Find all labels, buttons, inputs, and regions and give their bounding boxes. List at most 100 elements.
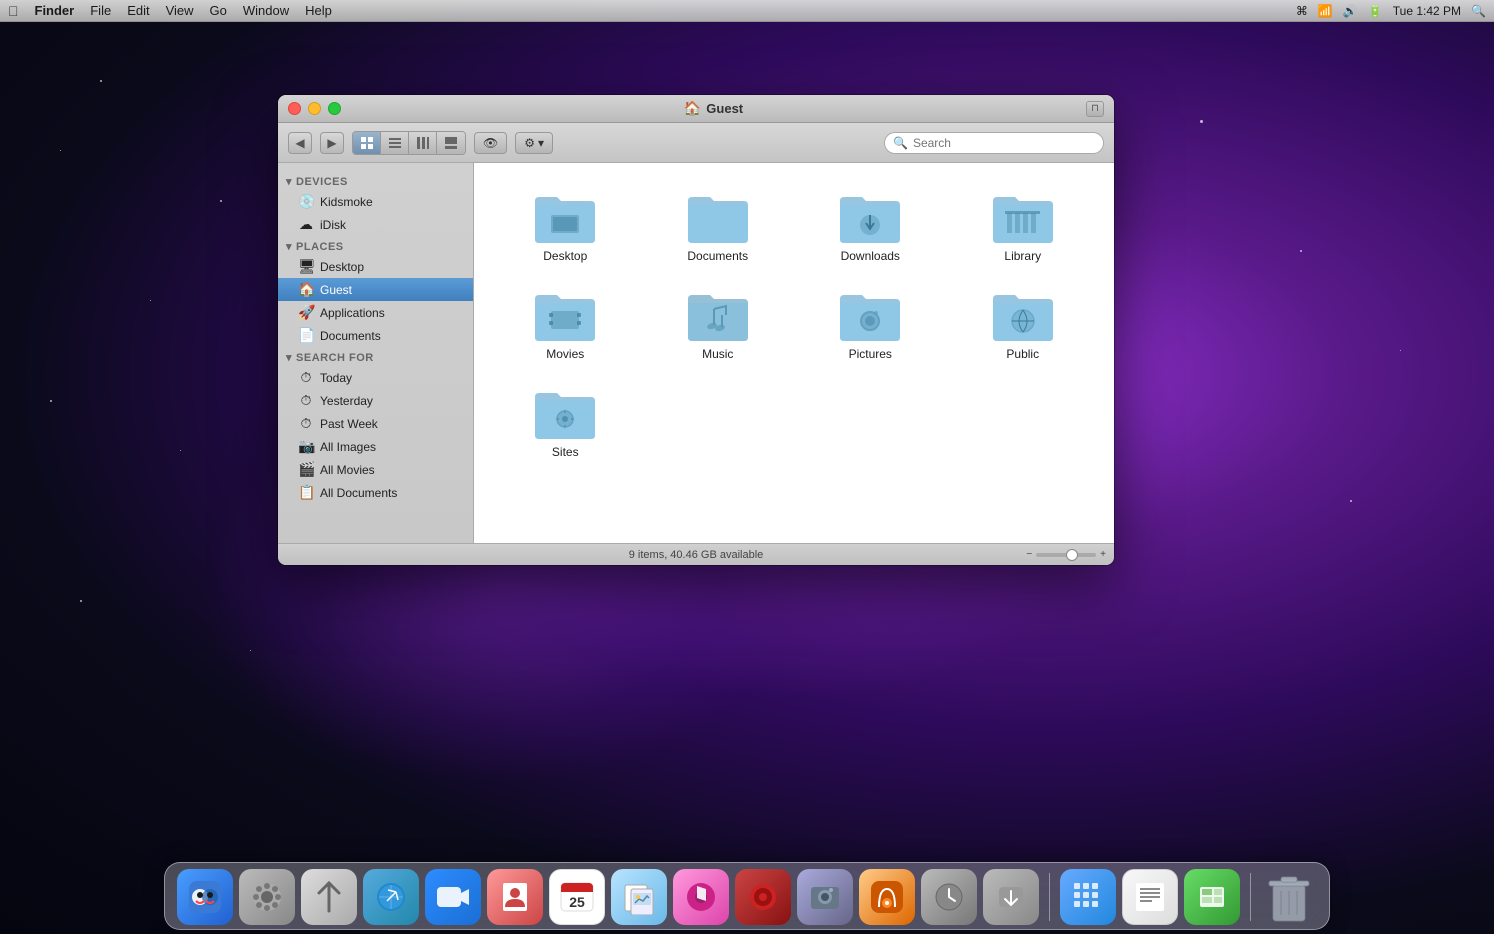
sidebar-item-allimages[interactable]: 📷 All Images — [278, 435, 473, 458]
bluetooth-icon[interactable]: ⌘ — [1296, 4, 1308, 18]
zoom-control[interactable]: − + — [1026, 549, 1106, 560]
menu-view[interactable]: View — [166, 3, 194, 18]
sidebar-item-desktop[interactable]: 🖥 Desktop — [278, 255, 473, 278]
folder-sites[interactable]: Sites — [494, 379, 637, 467]
kidsmoke-icon: 💿 — [298, 193, 314, 210]
dock-item-safari[interactable] — [363, 869, 419, 925]
dock-item-ical[interactable]: 25 — [549, 869, 605, 925]
dock-item-installer[interactable] — [983, 869, 1039, 925]
maximize-button[interactable] — [328, 102, 341, 115]
apple-menu[interactable]:  — [8, 3, 19, 19]
menu-finder[interactable]: Finder — [35, 3, 75, 18]
dock-item-zoom[interactable] — [425, 869, 481, 925]
folder-music[interactable]: Music — [647, 281, 790, 369]
menu-edit[interactable]: Edit — [127, 3, 149, 18]
battery-icon[interactable]: 🔋 — [1368, 4, 1383, 18]
home-icon: 🏠 — [684, 100, 701, 117]
folder-pictures-label: Pictures — [849, 347, 892, 361]
menubar-right: ⌘ 📶 🔊 🔋 Tue 1:42 PM 🔍 — [1296, 4, 1486, 18]
migration-dock-icon — [301, 869, 357, 925]
folder-music-icon — [686, 289, 750, 341]
folder-pictures[interactable]: Pictures — [799, 281, 942, 369]
dock-item-migration[interactable] — [301, 869, 357, 925]
ical-dock-icon: 25 — [549, 869, 605, 925]
folder-music-label: Music — [702, 347, 733, 361]
sidebar-item-idisk[interactable]: ☁ iDisk — [278, 213, 473, 236]
folder-desktop[interactable]: Desktop — [494, 183, 637, 271]
allmovies-icon: 🎬 — [298, 461, 314, 478]
close-button[interactable] — [288, 102, 301, 115]
sidebar-item-pastweek[interactable]: ⏱ Past Week — [278, 412, 473, 435]
yesterday-icon: ⏱ — [298, 392, 314, 409]
dock-item-preview[interactable] — [611, 869, 667, 925]
sidebar-item-applications[interactable]: 🚀 Applications — [278, 301, 473, 324]
dock-item-syspref[interactable] — [239, 869, 295, 925]
menu-go[interactable]: Go — [210, 3, 227, 18]
forward-button[interactable]: ▶ — [320, 132, 344, 154]
dock-item-dvdplayer[interactable] — [735, 869, 791, 925]
dock-item-timemachine[interactable] — [921, 869, 977, 925]
titlebar: 🏠 Guest ⊓ — [278, 95, 1114, 123]
dock-item-garageband[interactable] — [859, 869, 915, 925]
dock-item-addressbook[interactable] — [487, 869, 543, 925]
search-box[interactable]: 🔍 — [884, 132, 1104, 154]
dock-item-launchpad[interactable] — [1060, 869, 1116, 925]
sidebar-item-kidsmoke[interactable]: 💿 Kidsmoke — [278, 190, 473, 213]
folder-sites-label: Sites — [552, 445, 579, 459]
menu-window[interactable]: Window — [243, 3, 289, 18]
folder-public[interactable]: Public — [952, 281, 1095, 369]
sidebar-item-allmovies[interactable]: 🎬 All Movies — [278, 458, 473, 481]
sidebar-item-desktop-label: Desktop — [320, 260, 364, 274]
list-view-button[interactable] — [381, 132, 409, 154]
sidebar-item-alldocuments[interactable]: 📋 All Documents — [278, 481, 473, 504]
dvdplayer-dock-icon — [735, 869, 791, 925]
folder-movies-icon — [533, 289, 597, 341]
dock-container: 25 — [0, 862, 1494, 934]
sidebar-item-today[interactable]: ⏱ Today — [278, 366, 473, 389]
dock-item-iphoto[interactable] — [797, 869, 853, 925]
search-icon-small: 🔍 — [893, 136, 908, 150]
sidebar-item-guest[interactable]: 🏠 Guest — [278, 278, 473, 301]
volume-icon[interactable]: 🔊 — [1343, 4, 1358, 18]
menu-file[interactable]: File — [90, 3, 111, 18]
back-button[interactable]: ◀ — [288, 132, 312, 154]
dock-item-numbers[interactable] — [1184, 869, 1240, 925]
folder-movies[interactable]: Movies — [494, 281, 637, 369]
collapse-button[interactable]: ⊓ — [1086, 101, 1104, 117]
folder-public-label: Public — [1006, 347, 1039, 361]
column-view-button[interactable] — [409, 132, 437, 154]
svg-text:25: 25 — [569, 894, 585, 910]
menu-help[interactable]: Help — [305, 3, 332, 18]
sidebar-item-documents-label: Documents — [320, 329, 381, 343]
today-icon: ⏱ — [298, 369, 314, 386]
zoom-slider[interactable] — [1036, 553, 1096, 557]
cover-flow-button[interactable] — [437, 132, 465, 154]
timemachine-dock-icon — [921, 869, 977, 925]
zoom-dock-icon — [425, 869, 481, 925]
file-grid: Desktop Documents — [474, 163, 1114, 543]
folder-library[interactable]: Library — [952, 183, 1095, 271]
quick-look-button[interactable]: 👁 — [474, 132, 507, 154]
folder-downloads[interactable]: Downloads — [799, 183, 942, 271]
minimize-button[interactable] — [308, 102, 321, 115]
search-section-title: ▾ SEARCH FOR — [278, 347, 473, 366]
wifi-icon[interactable]: 📶 — [1318, 4, 1333, 18]
search-icon[interactable]: 🔍 — [1471, 4, 1486, 18]
finder-dock-icon — [177, 869, 233, 925]
sidebar-item-today-label: Today — [320, 371, 352, 385]
places-section-title: ▾ PLACES — [278, 236, 473, 255]
dock-item-trash[interactable] — [1261, 869, 1317, 925]
idisk-icon: ☁ — [298, 216, 314, 233]
action-button[interactable]: ⚙ ▾ — [515, 132, 553, 154]
search-input[interactable] — [913, 136, 1095, 150]
sidebar-item-yesterday[interactable]: ⏱ Yesterday — [278, 389, 473, 412]
dock-item-itunes[interactable] — [673, 869, 729, 925]
folder-documents[interactable]: Documents — [647, 183, 790, 271]
dock-item-finder[interactable] — [177, 869, 233, 925]
dock-item-textedit[interactable] — [1122, 869, 1178, 925]
zoom-thumb[interactable] — [1066, 549, 1078, 561]
icon-view-button[interactable] — [353, 132, 381, 154]
devices-section-title: ▾ DEVICES — [278, 171, 473, 190]
sidebar-item-applications-label: Applications — [320, 306, 385, 320]
sidebar-item-documents[interactable]: 📄 Documents — [278, 324, 473, 347]
